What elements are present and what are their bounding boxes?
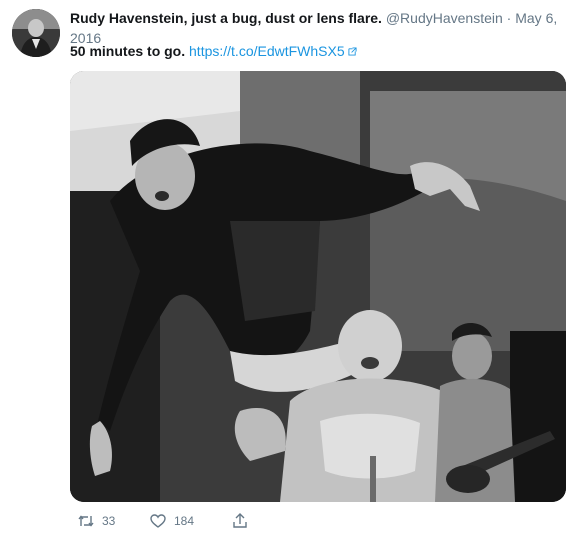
avatar-photo — [12, 9, 60, 57]
author-handle[interactable]: @RudyHavenstein — [386, 10, 503, 26]
retweet-icon — [78, 515, 94, 527]
retweet-button[interactable]: 33 — [78, 510, 115, 532]
share-button[interactable] — [232, 510, 248, 532]
tweet-card: Rudy Havenstein, just a bug, dust or len… — [0, 0, 579, 540]
like-button[interactable]: 184 — [150, 510, 194, 532]
tweet-photo[interactable] — [70, 71, 566, 502]
retweet-count: 33 — [102, 514, 116, 528]
author-avatar[interactable] — [12, 9, 60, 57]
tweet-actions: 33 184 — [70, 510, 370, 534]
share-icon — [233, 513, 247, 528]
header-separator: · — [506, 10, 512, 26]
external-link-icon — [348, 47, 357, 56]
heart-icon — [150, 514, 166, 528]
concert-photo — [70, 71, 566, 502]
tweet-text: 50 minutes to go. https://t.co/EdwtFWhSX… — [70, 42, 570, 60]
tweet-body: 50 minutes to go. — [70, 43, 186, 59]
tweet-link[interactable]: https://t.co/EdwtFWhSX5 — [189, 43, 357, 59]
author-name[interactable]: Rudy Havenstein, just a bug, dust or len… — [70, 10, 382, 26]
tweet-link-text: https://t.co/EdwtFWhSX5 — [189, 43, 345, 59]
like-count: 184 — [174, 514, 195, 528]
